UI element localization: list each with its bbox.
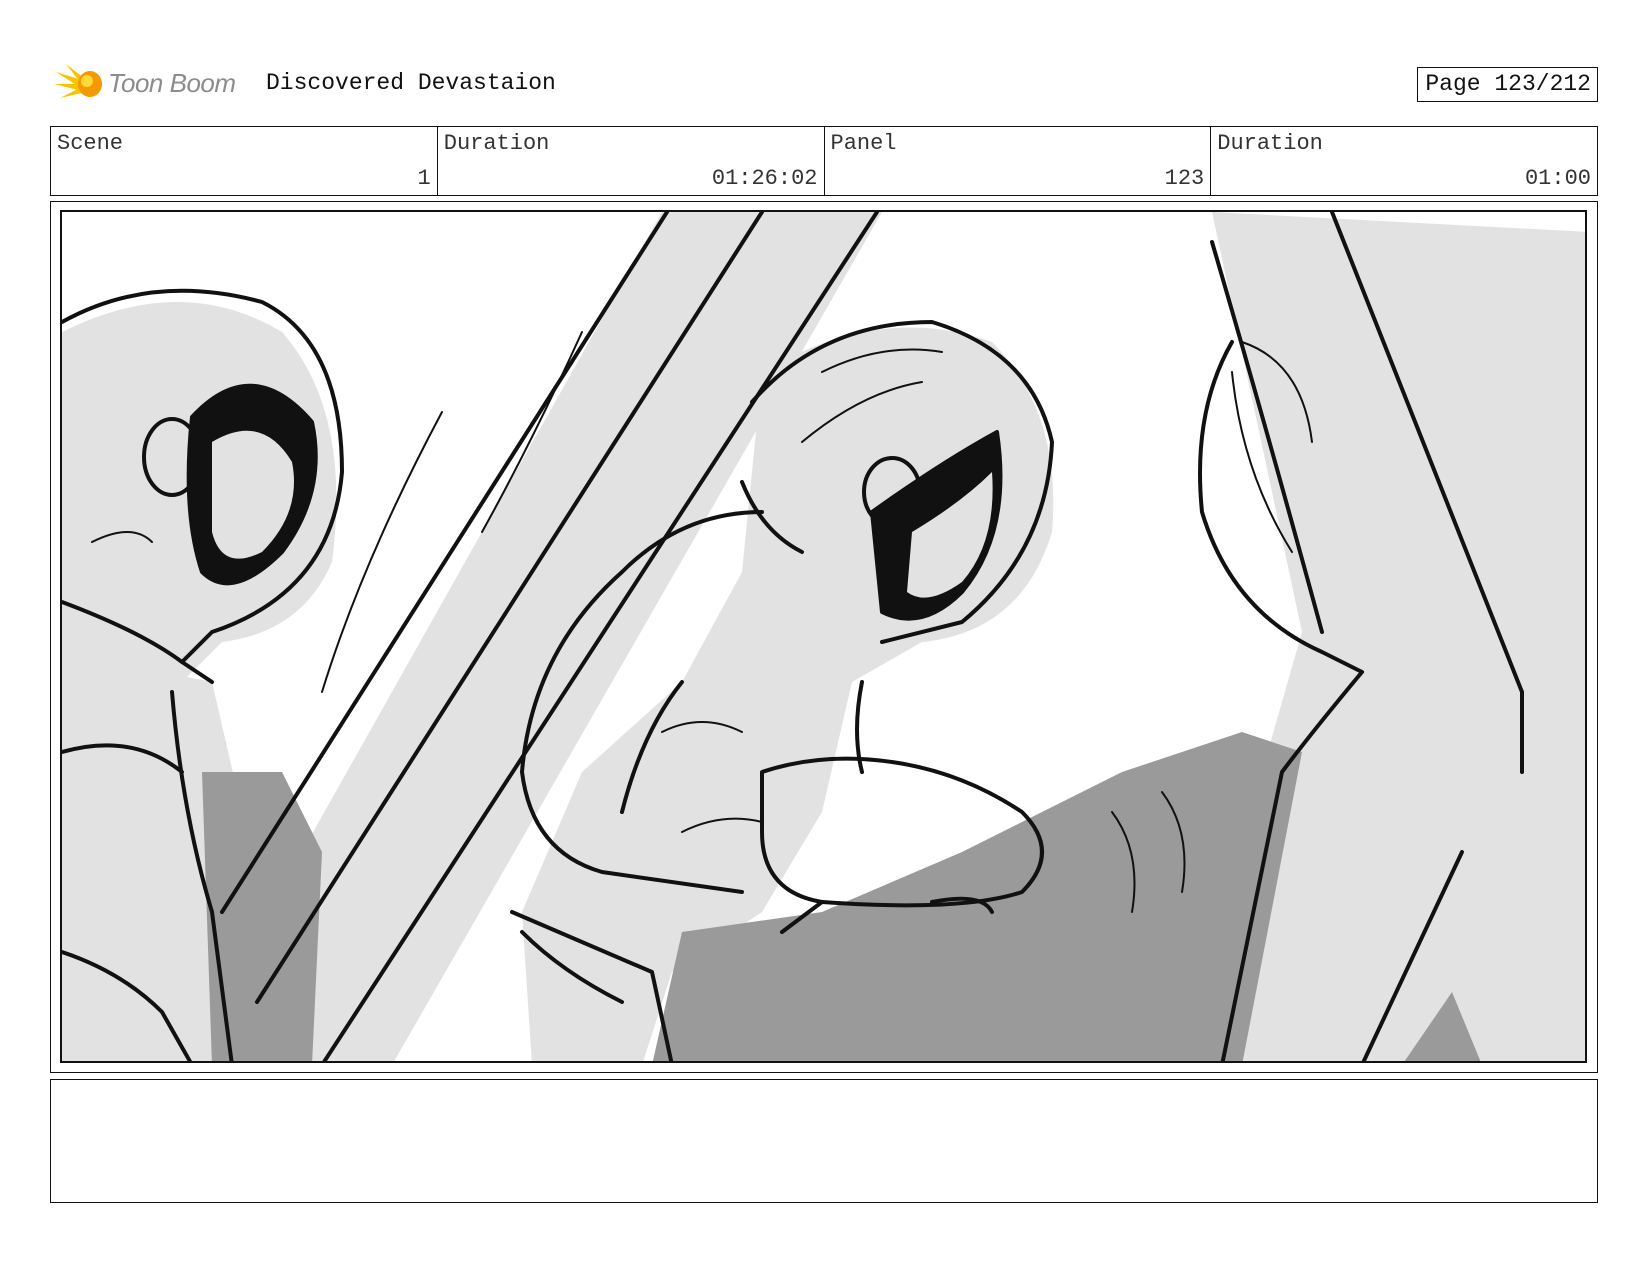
document-title: Discovered Devastaion <box>266 70 556 96</box>
scene-label: Scene <box>57 131 124 156</box>
panel-duration-value: 01:00 <box>1524 166 1591 191</box>
panel-cell: Panel 123 <box>825 127 1212 195</box>
scene-cell: Scene 1 <box>51 127 438 195</box>
panel-value: 123 <box>1164 166 1205 191</box>
panel-label: Panel <box>830 131 897 156</box>
sunburst-icon <box>54 64 102 98</box>
panel-duration-label: Duration <box>1217 131 1323 156</box>
logo-wordmark: Toon Boom <box>108 68 236 98</box>
scene-info-table: Scene 1 Duration 01:26:02 Panel 123 Dura… <box>50 126 1598 196</box>
page-indicator: Page 123/212 <box>1417 67 1598 102</box>
scene-duration-label: Duration <box>443 131 550 156</box>
storyboard-panel-frame <box>50 201 1598 1073</box>
panel-notes-box[interactable] <box>50 1079 1598 1203</box>
scene-duration-cell: Duration 01:26:02 <box>438 127 825 195</box>
storyboard-sketch <box>62 212 1585 1061</box>
page-header: Toon Boom Discovered Devastaion Page 123… <box>52 58 1598 108</box>
scene-value: 1 <box>417 166 431 191</box>
storyboard-panel-image <box>60 210 1587 1063</box>
panel-duration-cell: Duration 01:00 <box>1211 127 1597 195</box>
scene-duration-value: 01:26:02 <box>711 166 818 191</box>
toon-boom-logo: Toon Boom <box>52 60 252 106</box>
